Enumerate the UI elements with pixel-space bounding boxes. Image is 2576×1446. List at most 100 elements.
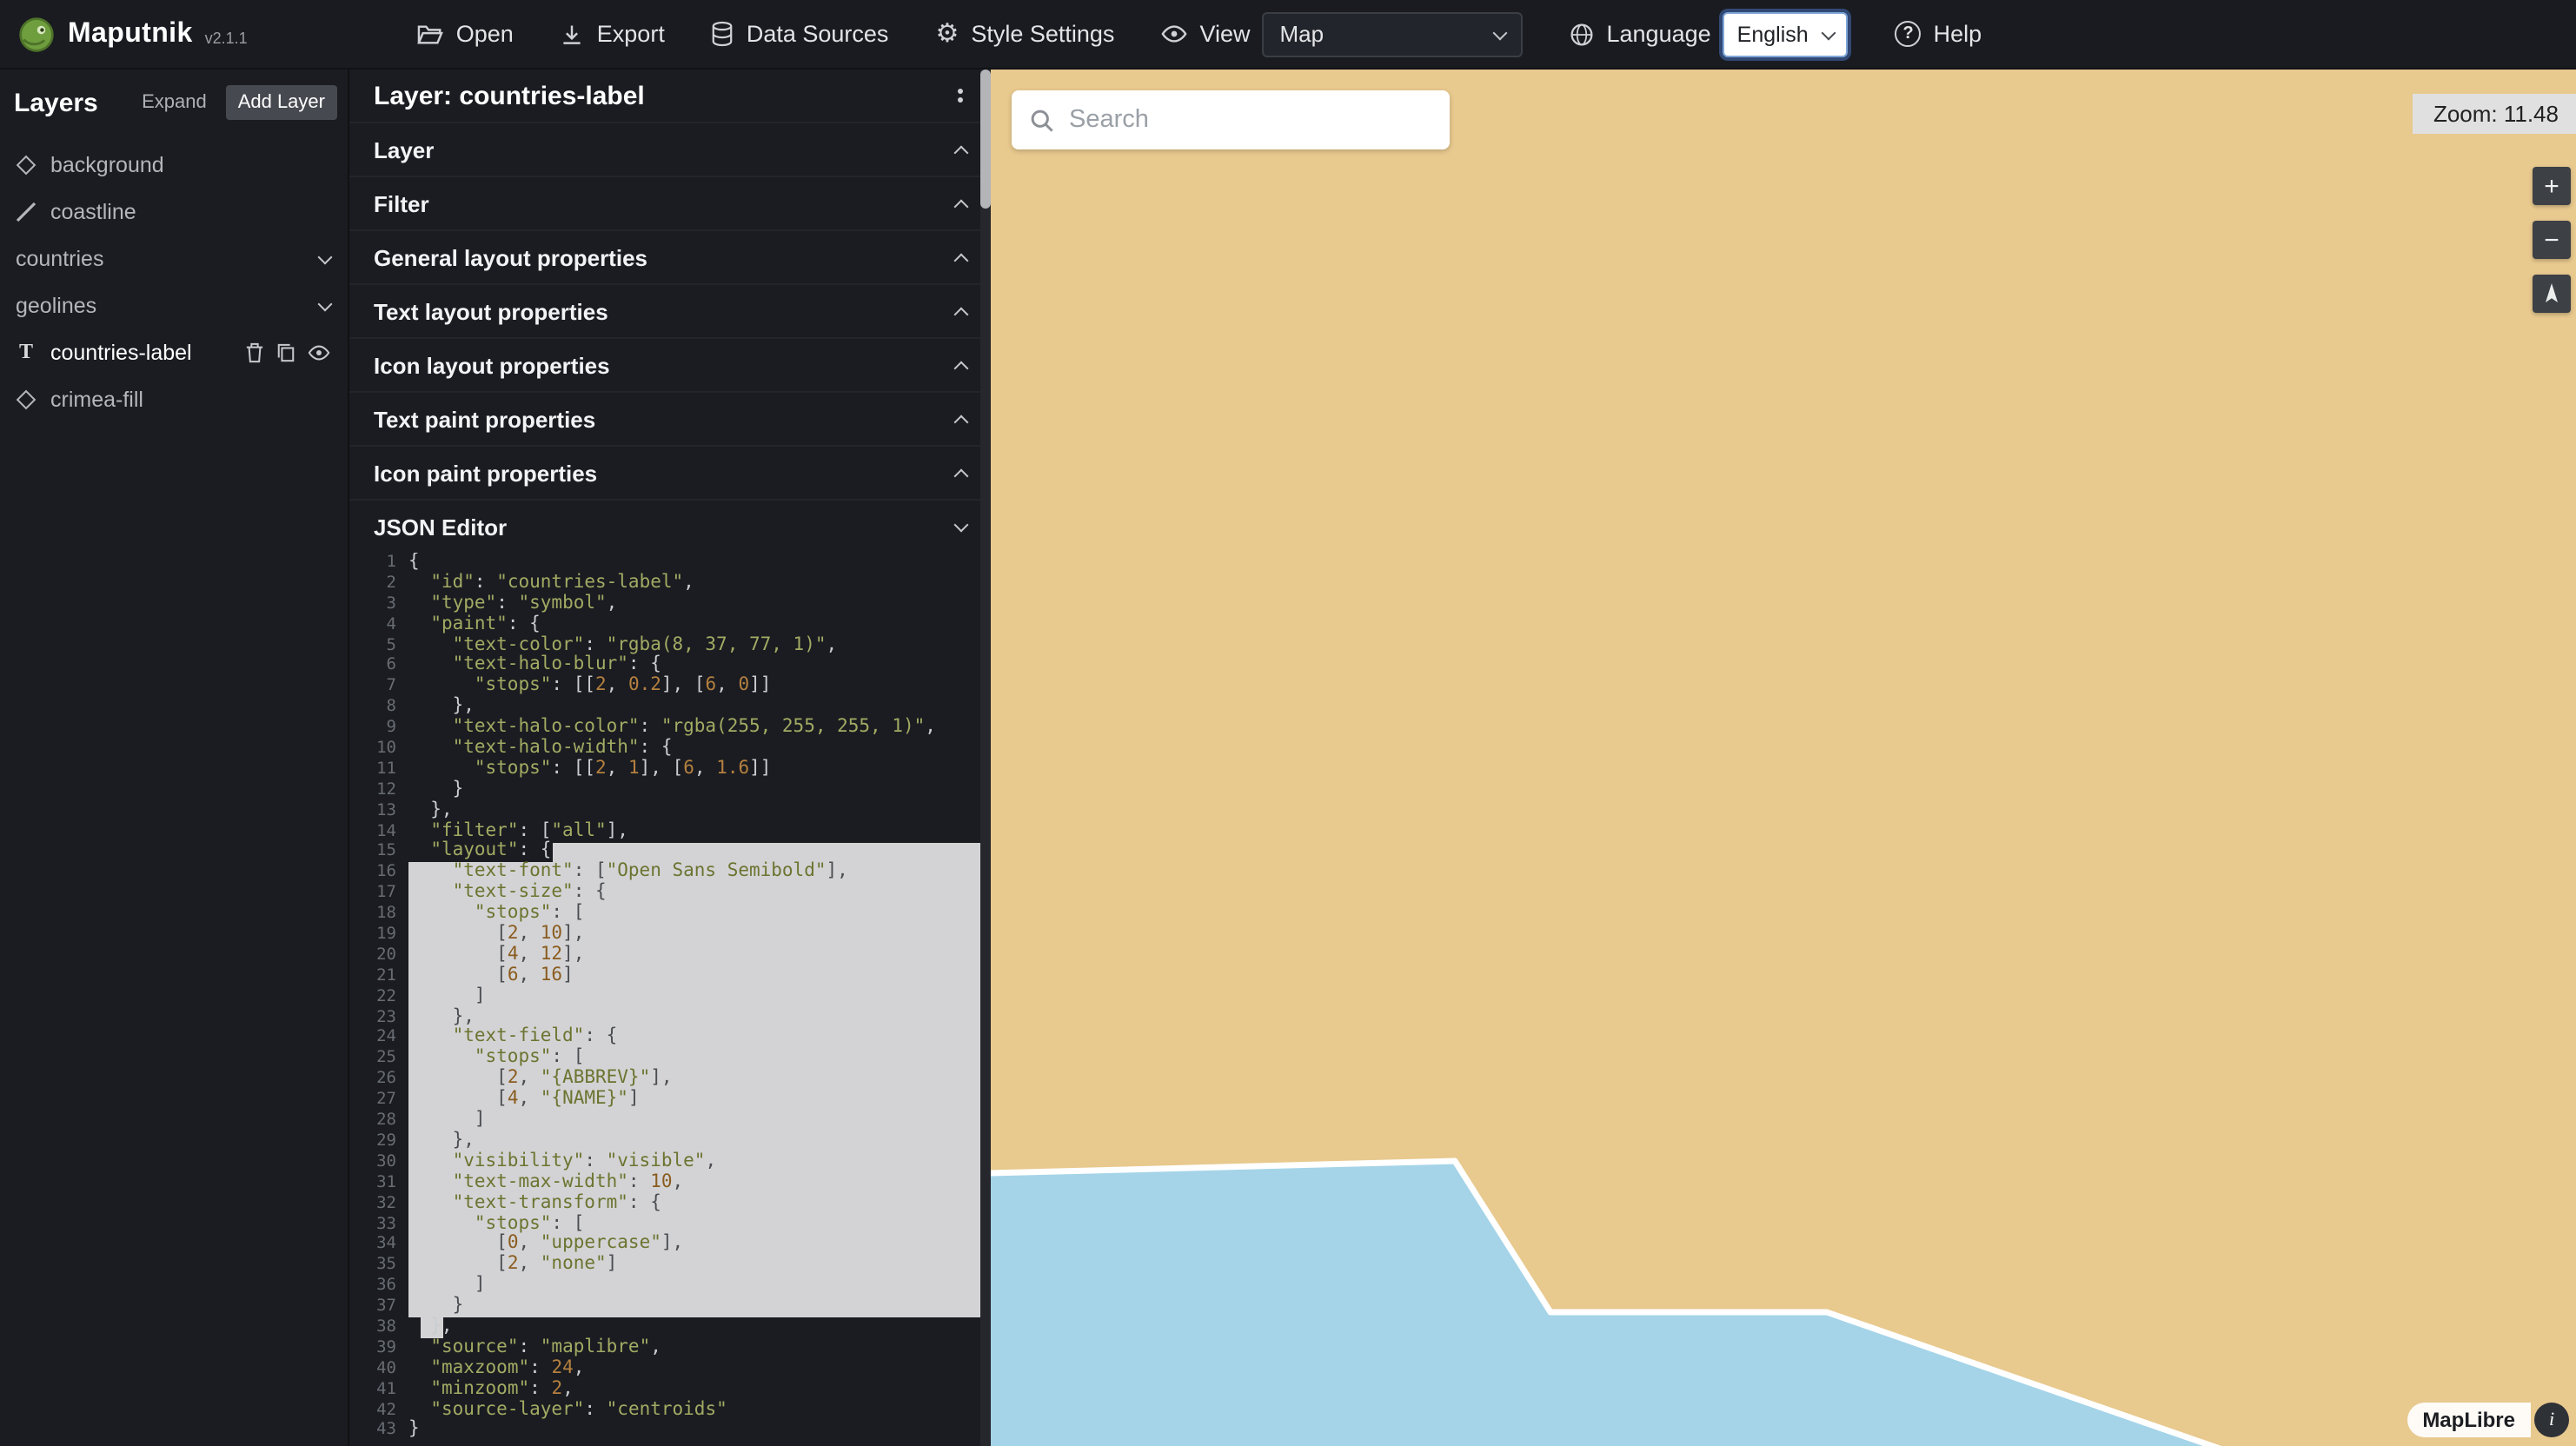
code-line: 40 "maxzoom": 24, — [349, 1358, 980, 1379]
section-text-layout-properties[interactable]: Text layout properties — [349, 283, 991, 337]
style-settings-button[interactable]: ⚙ Style Settings — [935, 21, 1114, 47]
line-number: 5 — [349, 635, 408, 656]
layer-item-countries-label[interactable]: Tcountries-label — [0, 328, 348, 375]
chevron-down-icon[interactable] — [318, 249, 333, 264]
chevron-down-icon — [1822, 25, 1836, 40]
globe-icon — [1570, 22, 1595, 46]
open-button[interactable]: Open — [418, 21, 514, 47]
section-icon-layout-properties[interactable]: Icon layout properties — [349, 337, 991, 391]
layer-group-geolines[interactable]: geolines — [0, 282, 348, 328]
panel-title: Layer: countries-label — [374, 81, 645, 110]
code-line: 28 ] — [349, 1111, 980, 1131]
info-icon[interactable]: i — [2534, 1403, 2569, 1437]
property-sections: LayerFilterGeneral layout propertiesText… — [349, 122, 991, 553]
code-line: 24 "text-field": { — [349, 1028, 980, 1049]
code-line: 2 "id": "countries-label", — [349, 574, 980, 594]
layer-item-label: crimea-fill — [50, 387, 143, 411]
data-sources-button[interactable]: Data Sources — [712, 21, 889, 47]
compass-button[interactable] — [2533, 275, 2571, 313]
layer-item-background[interactable]: background — [0, 141, 348, 188]
layer-actions — [245, 342, 330, 362]
zoom-indicator: Zoom: 11.48 — [2413, 94, 2576, 134]
code-line: 11 "stops": [[2, 1], [6, 1.6]] — [349, 759, 980, 780]
line-number: 41 — [349, 1379, 408, 1400]
line-number: 24 — [349, 1028, 408, 1049]
code-line: 35 [2, "none"] — [349, 1256, 980, 1277]
zoom-out-button[interactable]: − — [2533, 221, 2571, 259]
layer-item-coastline[interactable]: coastline — [0, 188, 348, 235]
language-menu: Language English — [1570, 11, 1849, 56]
line-number: 28 — [349, 1111, 408, 1131]
line-number: 4 — [349, 614, 408, 635]
chevron-up-icon — [954, 415, 969, 429]
section-general-layout-properties[interactable]: General layout properties — [349, 229, 991, 283]
code-line: 14 "filter": ["all"], — [349, 821, 980, 842]
panel-scrollbar[interactable] — [980, 70, 991, 1446]
section-text-paint-properties[interactable]: Text paint properties — [349, 391, 991, 445]
section-filter[interactable]: Filter — [349, 176, 991, 229]
view-label: View — [1199, 21, 1250, 47]
json-editor[interactable]: 1{2 "id": "countries-label",3 "type": "s… — [349, 553, 980, 1446]
maputnik-app: Maputnik v2.1.1 Open Export Data Sources… — [0, 0, 2576, 1446]
section-label: Icon paint properties — [374, 460, 597, 486]
add-layer-button[interactable]: Add Layer — [226, 85, 337, 120]
maplibre-attribution[interactable]: MapLibre — [2407, 1403, 2531, 1437]
section-label: Text paint properties — [374, 406, 595, 432]
line-number: 29 — [349, 1131, 408, 1152]
line-number: 10 — [349, 739, 408, 759]
fill-layer-icon — [16, 157, 37, 171]
help-icon: ? — [1895, 21, 1922, 47]
layer-group-countries[interactable]: countries — [0, 235, 348, 282]
code-line: 19 [2, 10], — [349, 925, 980, 945]
line-number: 2 — [349, 574, 408, 594]
line-number: 22 — [349, 986, 408, 1007]
line-number: 26 — [349, 1070, 408, 1091]
trash-icon[interactable] — [245, 342, 264, 362]
folder-open-icon — [418, 22, 444, 46]
duplicate-icon[interactable] — [276, 342, 295, 362]
help-button[interactable]: ? Help — [1895, 21, 1982, 47]
view-select-value: Map — [1280, 21, 1325, 47]
layer-item-label: geolines — [16, 293, 96, 317]
section-layer[interactable]: Layer — [349, 122, 991, 176]
language-select[interactable]: English — [1723, 11, 1849, 56]
search-input[interactable] — [1069, 106, 1432, 134]
export-label: Export — [597, 21, 665, 47]
layer-item-label: background — [50, 152, 164, 176]
line-number: 20 — [349, 945, 408, 966]
scrollbar-thumb[interactable] — [980, 70, 991, 209]
kebab-menu-icon[interactable] — [954, 85, 966, 106]
code-line: 4 "paint": { — [349, 614, 980, 635]
top-toolbar: Maputnik v2.1.1 Open Export Data Sources… — [0, 0, 2576, 70]
map-canvas[interactable]: Zoom: 11.48 + − MapLibre i — [991, 70, 2576, 1446]
line-number: 42 — [349, 1400, 408, 1421]
code-line: 20 [4, 12], — [349, 945, 980, 966]
layer-item-crimea-fill[interactable]: crimea-fill — [0, 375, 348, 422]
line-number: 3 — [349, 594, 408, 615]
line-number: 32 — [349, 1193, 408, 1214]
search-icon — [1029, 107, 1055, 133]
layer-item-label: countries-label — [50, 340, 192, 364]
chevron-down-icon[interactable] — [318, 296, 333, 311]
line-number: 6 — [349, 656, 408, 677]
section-icon-paint-properties[interactable]: Icon paint properties — [349, 445, 991, 499]
code-line: 33 "stops": [ — [349, 1214, 980, 1235]
help-label: Help — [1934, 21, 1982, 47]
chevron-up-icon — [954, 361, 969, 375]
chevron-up-icon — [954, 199, 969, 214]
chevron-down-icon — [1493, 25, 1508, 40]
gear-icon: ⚙ — [935, 21, 959, 47]
section-json-editor[interactable]: JSON Editor — [349, 499, 991, 553]
section-label: Filter — [374, 190, 429, 216]
export-button[interactable]: Export — [561, 21, 665, 47]
line-number: 15 — [349, 842, 408, 863]
maputnik-logo-icon — [17, 15, 56, 53]
zoom-in-button[interactable]: + — [2533, 167, 2571, 205]
view-select[interactable]: Map — [1263, 11, 1524, 56]
visibility-icon[interactable] — [308, 343, 330, 361]
code-line: 3 "type": "symbol", — [349, 594, 980, 615]
main-menu: Open Export Data Sources ⚙ Style Setting… — [418, 11, 1982, 56]
expand-button[interactable]: Expand — [129, 85, 219, 120]
line-number: 25 — [349, 1049, 408, 1070]
line-number: 16 — [349, 863, 408, 884]
